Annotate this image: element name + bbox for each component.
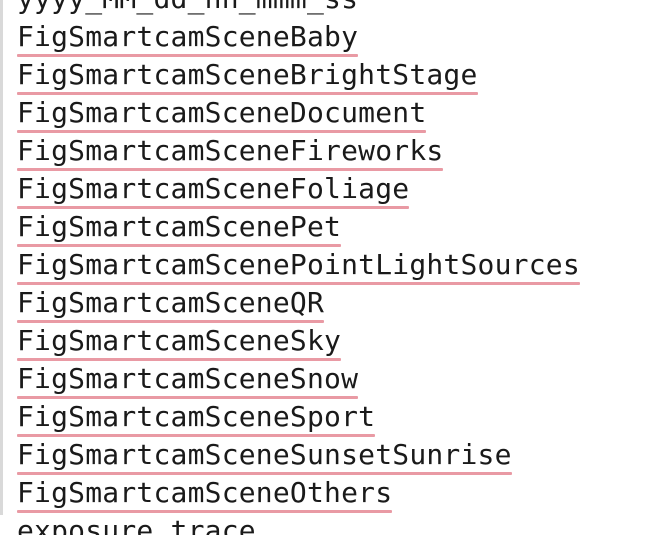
code-line: FigSmartcamSceneQR xyxy=(17,284,665,322)
code-line: FigSmartcamSceneSnow xyxy=(17,360,665,398)
spell-marked-token: FigSmartcamSceneDocument xyxy=(17,94,426,132)
code-listing: yyyy_MM_dd_hh_mmm_ss FigSmartcamSceneBaby… xyxy=(17,0,665,535)
code-line: FigSmartcamSceneSport xyxy=(17,398,665,436)
code-line: FigSmartcamSceneSunsetSunrise xyxy=(17,436,665,474)
code-line: FigSmartcamSceneFireworks xyxy=(17,132,665,170)
spell-marked-token: FigSmartcamSceneQR xyxy=(17,284,324,322)
spell-marked-token: FigSmartcamSceneFireworks xyxy=(17,132,443,170)
spell-marked-token: FigSmartcamSceneFoliage xyxy=(17,170,409,208)
code-line: FigSmartcamSceneOthers xyxy=(17,474,665,512)
code-line: FigSmartcamScenePointLightSources xyxy=(17,246,665,284)
spell-marked-token: FigSmartcamSceneOthers xyxy=(17,474,392,512)
code-text: exposure_trace xyxy=(17,514,256,535)
code-line: yyyy_MM_dd_hh_mmm_ss xyxy=(17,0,665,18)
spell-marked-token: FigSmartcamSceneSport xyxy=(17,398,375,436)
code-line: FigSmartcamSceneBrightStage xyxy=(17,56,665,94)
code-line: exposure_trace xyxy=(17,512,665,535)
code-text: yyyy_MM_dd_hh_mmm_ss xyxy=(17,0,358,15)
code-line: FigSmartcamSceneFoliage xyxy=(17,170,665,208)
code-line: FigSmartcamSceneDocument xyxy=(17,94,665,132)
spell-marked-token: FigSmartcamSceneSky xyxy=(17,322,341,360)
spell-marked-token: FigSmartcamSceneSnow xyxy=(17,360,358,398)
code-line: FigSmartcamSceneSky xyxy=(17,322,665,360)
spell-marked-token: FigSmartcamSceneBrightStage xyxy=(17,56,478,94)
spell-marked-token: FigSmartcamScenePet xyxy=(17,208,341,246)
code-line: FigSmartcamScenePet xyxy=(17,208,665,246)
code-line: FigSmartcamSceneBaby xyxy=(17,18,665,56)
spell-marked-token: FigSmartcamSceneSunsetSunrise xyxy=(17,436,512,474)
spell-marked-token: FigSmartcamSceneBaby xyxy=(17,18,358,56)
spell-marked-token: FigSmartcamScenePointLightSources xyxy=(17,246,580,284)
